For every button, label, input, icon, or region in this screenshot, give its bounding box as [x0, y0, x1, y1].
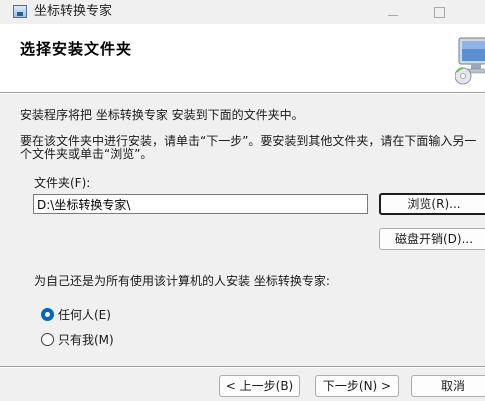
page-title: 选择安装文件夹: [20, 40, 133, 58]
browse-button[interactable]: 浏览(R)...: [379, 193, 485, 215]
maximize-button[interactable]: [416, 0, 462, 24]
footer-bar: < 上一步(B) 下一步(N) > 取消: [0, 368, 485, 401]
window-title: 坐标转换专家: [34, 4, 113, 19]
minimize-icon: [388, 15, 398, 16]
app-icon: [13, 5, 27, 18]
minimize-button[interactable]: [370, 0, 416, 24]
maximize-icon: [433, 7, 445, 18]
computer-cd-icon: [455, 37, 485, 85]
radio-label-only-me: 只有我(M): [58, 333, 114, 347]
install-for-prompt: 为自己还是为所有使用该计算机的人安装 坐标转换专家:: [34, 274, 330, 288]
radio-label-everyone: 任何人(E): [58, 308, 111, 322]
radio-button-only-me[interactable]: [41, 333, 54, 346]
title-bar[interactable]: 坐标转换专家: [0, 0, 485, 24]
folder-label: 文件夹(F):: [34, 176, 91, 190]
cancel-button[interactable]: 取消: [411, 375, 485, 397]
next-button[interactable]: 下一步(N) >: [315, 375, 399, 397]
installer-window: 坐标转换专家 选择安装文件夹 安装程序将把 坐标转换专家 安装到下面的文件夹中。…: [0, 0, 485, 401]
content-panel: 安装程序将把 坐标转换专家 安装到下面的文件夹中。 要在该文件夹中进行安装，请单…: [0, 94, 485, 366]
radio-button-everyone[interactable]: [41, 308, 54, 321]
instructions-line-2: 个文件夹或单击“浏览”。: [20, 147, 153, 161]
instructions-line-1: 要在该文件夹中进行安装，请单击“下一步”。要安装到其他文件夹，请在下面输入另一: [20, 134, 477, 148]
disk-cost-button[interactable]: 磁盘开销(D)...: [379, 228, 485, 250]
header-banner: 选择安装文件夹: [0, 24, 485, 92]
folder-path-input[interactable]: [33, 194, 368, 214]
intro-text: 安装程序将把 坐标转换专家 安装到下面的文件夹中。: [20, 108, 304, 122]
back-button[interactable]: < 上一步(B): [219, 375, 300, 397]
